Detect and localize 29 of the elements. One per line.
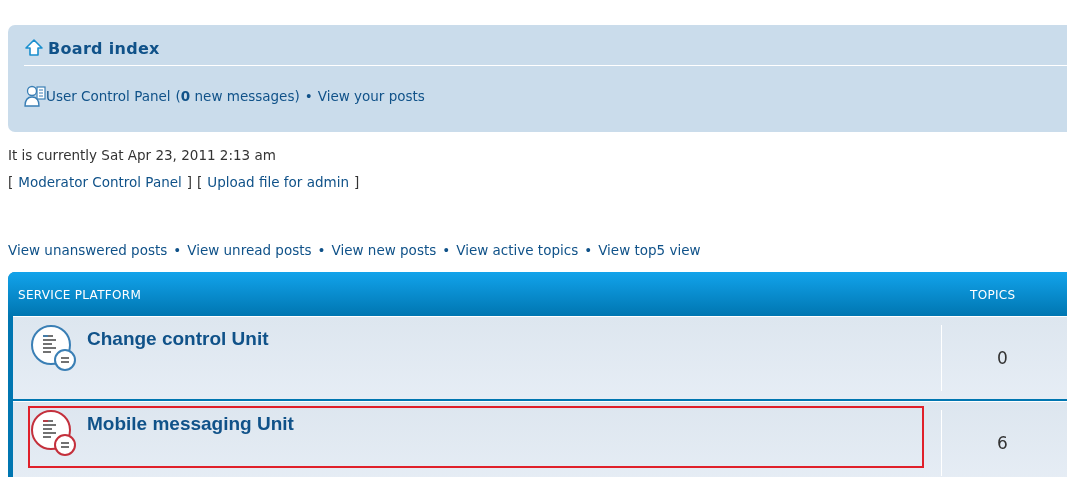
search-link[interactable]: View active topics — [456, 242, 579, 258]
view-your-posts-link[interactable]: View your posts — [317, 88, 425, 104]
search-link[interactable]: View unanswered posts — [8, 242, 168, 258]
current-time: It is currently Sat Apr 23, 2011 2:13 am — [8, 146, 277, 164]
forum-title-link[interactable]: Change control Unit — [87, 328, 269, 350]
bullet-separator: • — [584, 242, 593, 258]
tool-link[interactable]: Upload file for admin — [207, 173, 349, 191]
bracket: ] — [353, 173, 360, 191]
search-link[interactable]: View top5 view — [598, 242, 701, 258]
search-link[interactable]: View unread posts — [187, 242, 312, 258]
home-icon — [24, 38, 44, 58]
new-messages-count: (0 new messages) — [175, 88, 300, 104]
bullet-separator: • — [173, 242, 182, 258]
ucp-link[interactable]: User Control Panel — [46, 88, 171, 104]
bullet-separator: • — [317, 242, 326, 258]
user-card-icon — [24, 84, 46, 108]
bracket: ] — [186, 173, 193, 191]
bullet-separator: • — [442, 242, 451, 258]
bullet-separator: • — [304, 88, 313, 104]
forum-title-link[interactable]: Mobile messaging Unit — [87, 413, 294, 435]
bracket: [ — [8, 173, 14, 191]
board-index-link[interactable]: Board index — [48, 38, 160, 58]
tool-link[interactable]: Moderator Control Panel — [18, 173, 182, 191]
column-header: TOPICS — [969, 287, 1016, 302]
search-link[interactable]: View new posts — [331, 242, 437, 258]
topics-count: 6 — [941, 410, 1067, 476]
topics-count: 0 — [941, 325, 1067, 391]
category-title: SERVICE PLATFORM — [17, 287, 143, 302]
bracket: [ — [197, 173, 203, 191]
